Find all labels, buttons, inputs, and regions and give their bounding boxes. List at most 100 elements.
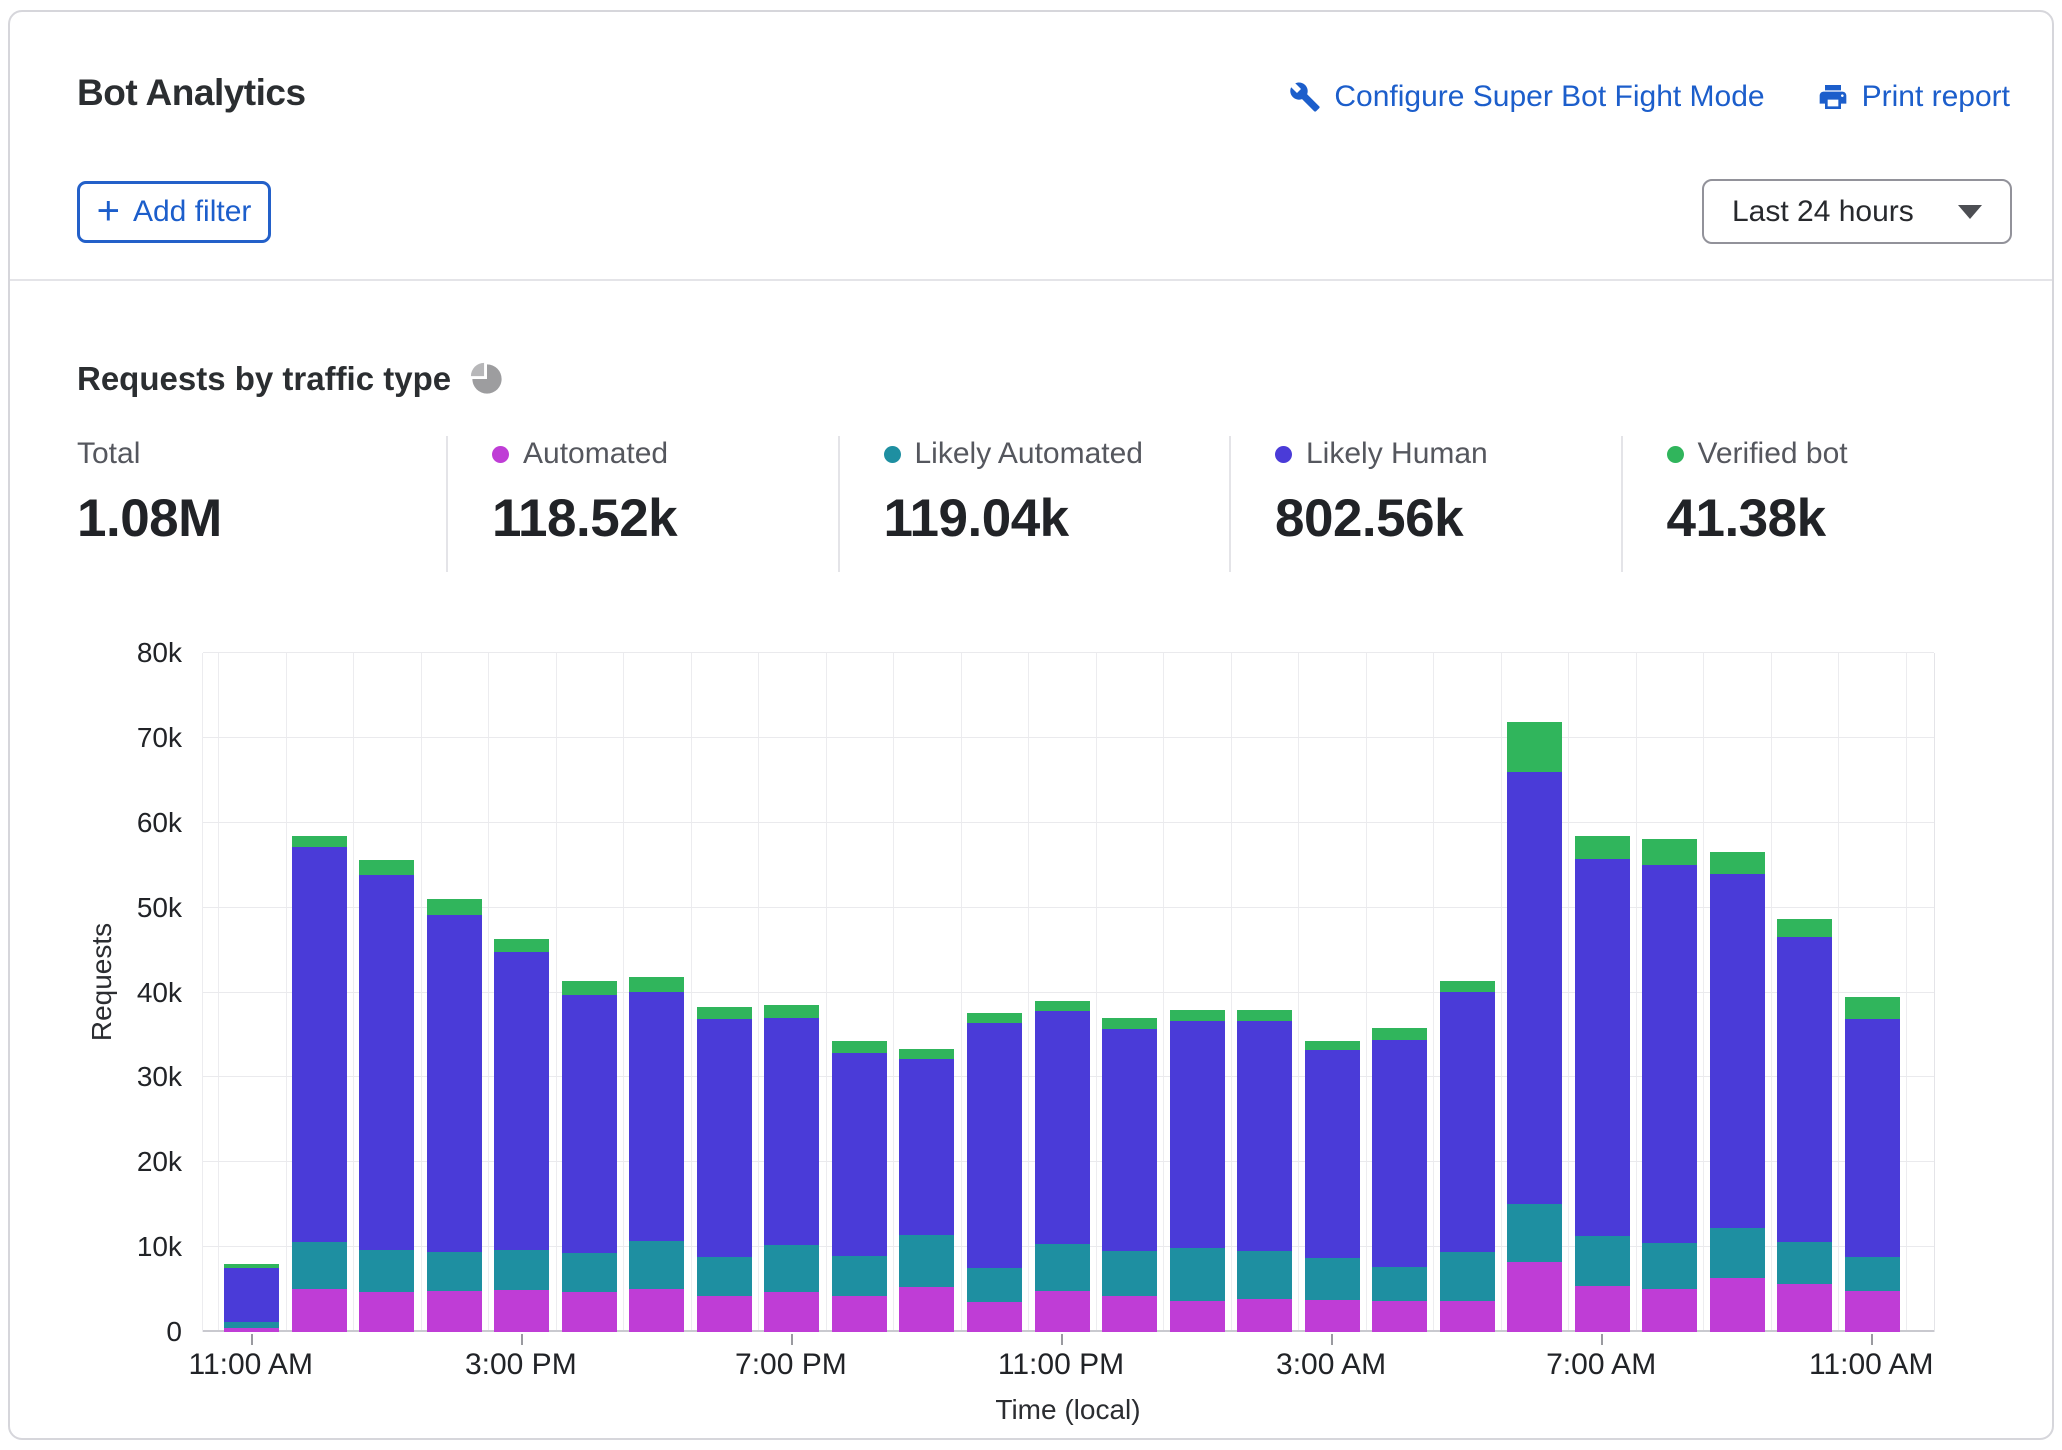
bar-segment-automated[interactable] bbox=[764, 1292, 819, 1332]
bar-segment-likely-automated[interactable] bbox=[562, 1253, 617, 1292]
bar-segment-verified-bot[interactable] bbox=[967, 1013, 1022, 1023]
bar-segment-automated[interactable] bbox=[1035, 1291, 1090, 1332]
bar-segment-likely-automated[interactable] bbox=[1575, 1236, 1630, 1286]
bar-segment-likely-human[interactable] bbox=[1507, 772, 1562, 1204]
bar-11-00-am[interactable] bbox=[224, 1264, 279, 1332]
bar-4-00-pm[interactable] bbox=[562, 981, 617, 1332]
bar-segment-automated[interactable] bbox=[1102, 1296, 1157, 1332]
bar-4-00-am[interactable] bbox=[1372, 1028, 1427, 1332]
bar-segment-verified-bot[interactable] bbox=[1642, 839, 1697, 865]
bar-segment-likely-automated[interactable] bbox=[697, 1257, 752, 1296]
bar-segment-verified-bot[interactable] bbox=[1777, 919, 1832, 937]
print-report-link[interactable]: Print report bbox=[1817, 80, 2010, 114]
bar-segment-likely-human[interactable] bbox=[1170, 1021, 1225, 1248]
bar-segment-likely-automated[interactable] bbox=[1845, 1257, 1900, 1291]
bar-segment-likely-human[interactable] bbox=[899, 1059, 954, 1236]
bar-segment-automated[interactable] bbox=[1507, 1262, 1562, 1332]
bar-segment-likely-automated[interactable] bbox=[1305, 1258, 1360, 1300]
bar-9-00-pm[interactable] bbox=[899, 1049, 954, 1332]
bar-segment-verified-bot[interactable] bbox=[1507, 722, 1562, 772]
bar-segment-likely-human[interactable] bbox=[494, 952, 549, 1250]
bar-segment-likely-human[interactable] bbox=[1035, 1011, 1090, 1244]
bar-12-00-pm[interactable] bbox=[292, 835, 347, 1332]
stat-block-likely-human[interactable]: Likely Human802.56k bbox=[1229, 436, 1621, 572]
bar-segment-likely-automated[interactable] bbox=[359, 1250, 414, 1292]
bar-segment-likely-human[interactable] bbox=[292, 847, 347, 1242]
bar-segment-likely-automated[interactable] bbox=[1440, 1252, 1495, 1300]
bar-segment-verified-bot[interactable] bbox=[1440, 981, 1495, 992]
bar-11-00-am[interactable] bbox=[1845, 997, 1900, 1332]
bar-8-00-am[interactable] bbox=[1642, 839, 1697, 1332]
bar-segment-automated[interactable] bbox=[562, 1292, 617, 1332]
bar-segment-automated[interactable] bbox=[1305, 1300, 1360, 1332]
bar-segment-likely-human[interactable] bbox=[1575, 859, 1630, 1236]
bar-segment-likely-automated[interactable] bbox=[1372, 1267, 1427, 1302]
bar-3-00-pm[interactable] bbox=[494, 939, 549, 1332]
bar-segment-likely-automated[interactable] bbox=[967, 1268, 1022, 1303]
stat-block-likely-automated[interactable]: Likely Automated119.04k bbox=[838, 436, 1230, 572]
bar-segment-automated[interactable] bbox=[292, 1289, 347, 1332]
bar-segment-likely-automated[interactable] bbox=[1237, 1251, 1292, 1299]
bar-segment-likely-automated[interactable] bbox=[1710, 1228, 1765, 1278]
bar-6-00-am[interactable] bbox=[1507, 722, 1562, 1332]
bar-segment-likely-human[interactable] bbox=[629, 992, 684, 1242]
add-filter-button[interactable]: + Add filter bbox=[77, 181, 271, 243]
bar-2-00-am[interactable] bbox=[1237, 1010, 1292, 1332]
bar-12-00-am[interactable] bbox=[1102, 1018, 1157, 1332]
bar-2-00-pm[interactable] bbox=[427, 899, 482, 1332]
bar-segment-verified-bot[interactable] bbox=[1170, 1010, 1225, 1020]
bar-segment-verified-bot[interactable] bbox=[899, 1049, 954, 1059]
bar-segment-likely-human[interactable] bbox=[1440, 992, 1495, 1253]
bar-segment-likely-automated[interactable] bbox=[1507, 1204, 1562, 1263]
bar-segment-likely-human[interactable] bbox=[427, 915, 482, 1252]
bar-segment-verified-bot[interactable] bbox=[1372, 1028, 1427, 1040]
bar-segment-verified-bot[interactable] bbox=[697, 1007, 752, 1019]
bar-segment-likely-human[interactable] bbox=[967, 1023, 1022, 1267]
bar-segment-verified-bot[interactable] bbox=[1845, 997, 1900, 1019]
bar-9-00-am[interactable] bbox=[1710, 852, 1765, 1332]
bar-5-00-am[interactable] bbox=[1440, 981, 1495, 1332]
bar-segment-likely-automated[interactable] bbox=[899, 1235, 954, 1287]
bar-segment-verified-bot[interactable] bbox=[1710, 852, 1765, 874]
bar-segment-automated[interactable] bbox=[1237, 1299, 1292, 1332]
bar-segment-verified-bot[interactable] bbox=[562, 981, 617, 995]
bar-segment-verified-bot[interactable] bbox=[1305, 1041, 1360, 1050]
bar-segment-likely-human[interactable] bbox=[697, 1019, 752, 1257]
bar-segment-verified-bot[interactable] bbox=[1575, 836, 1630, 860]
bar-segment-automated[interactable] bbox=[427, 1291, 482, 1332]
bar-segment-likely-automated[interactable] bbox=[292, 1242, 347, 1289]
bar-segment-likely-automated[interactable] bbox=[1642, 1243, 1697, 1289]
bar-segment-likely-human[interactable] bbox=[224, 1268, 279, 1322]
bar-segment-automated[interactable] bbox=[967, 1302, 1022, 1332]
bar-segment-verified-bot[interactable] bbox=[832, 1041, 887, 1053]
bar-segment-automated[interactable] bbox=[1372, 1301, 1427, 1332]
bar-segment-automated[interactable] bbox=[1777, 1284, 1832, 1332]
bar-segment-verified-bot[interactable] bbox=[359, 860, 414, 874]
bar-1-00-am[interactable] bbox=[1170, 1010, 1225, 1332]
bar-7-00-pm[interactable] bbox=[764, 1005, 819, 1332]
configure-super-bot-fight-mode-link[interactable]: Configure Super Bot Fight Mode bbox=[1289, 80, 1764, 114]
time-range-select[interactable]: Last 24 hours bbox=[1702, 179, 2012, 244]
bar-segment-likely-human[interactable] bbox=[1642, 865, 1697, 1243]
bar-segment-likely-automated[interactable] bbox=[1170, 1248, 1225, 1301]
bar-segment-likely-human[interactable] bbox=[1305, 1050, 1360, 1258]
bar-segment-likely-human[interactable] bbox=[1777, 937, 1832, 1243]
bar-segment-likely-human[interactable] bbox=[1237, 1021, 1292, 1251]
bar-segment-likely-human[interactable] bbox=[562, 995, 617, 1253]
bar-segment-automated[interactable] bbox=[629, 1289, 684, 1332]
bar-segment-likely-automated[interactable] bbox=[494, 1250, 549, 1291]
bar-segment-automated[interactable] bbox=[494, 1290, 549, 1332]
bar-segment-likely-automated[interactable] bbox=[1777, 1242, 1832, 1284]
stat-block-automated[interactable]: Automated118.52k bbox=[446, 436, 838, 572]
bar-segment-automated[interactable] bbox=[1710, 1278, 1765, 1332]
bar-segment-likely-automated[interactable] bbox=[427, 1252, 482, 1291]
bar-segment-likely-automated[interactable] bbox=[629, 1241, 684, 1289]
bar-segment-likely-human[interactable] bbox=[1845, 1019, 1900, 1257]
bar-segment-verified-bot[interactable] bbox=[292, 836, 347, 848]
stat-block-verified-bot[interactable]: Verified bot41.38k bbox=[1621, 436, 2013, 572]
bar-segment-verified-bot[interactable] bbox=[427, 899, 482, 915]
bar-segment-likely-automated[interactable] bbox=[832, 1256, 887, 1295]
bar-segment-likely-human[interactable] bbox=[359, 875, 414, 1250]
bar-segment-automated[interactable] bbox=[697, 1296, 752, 1332]
bar-1-00-pm[interactable] bbox=[359, 860, 414, 1332]
